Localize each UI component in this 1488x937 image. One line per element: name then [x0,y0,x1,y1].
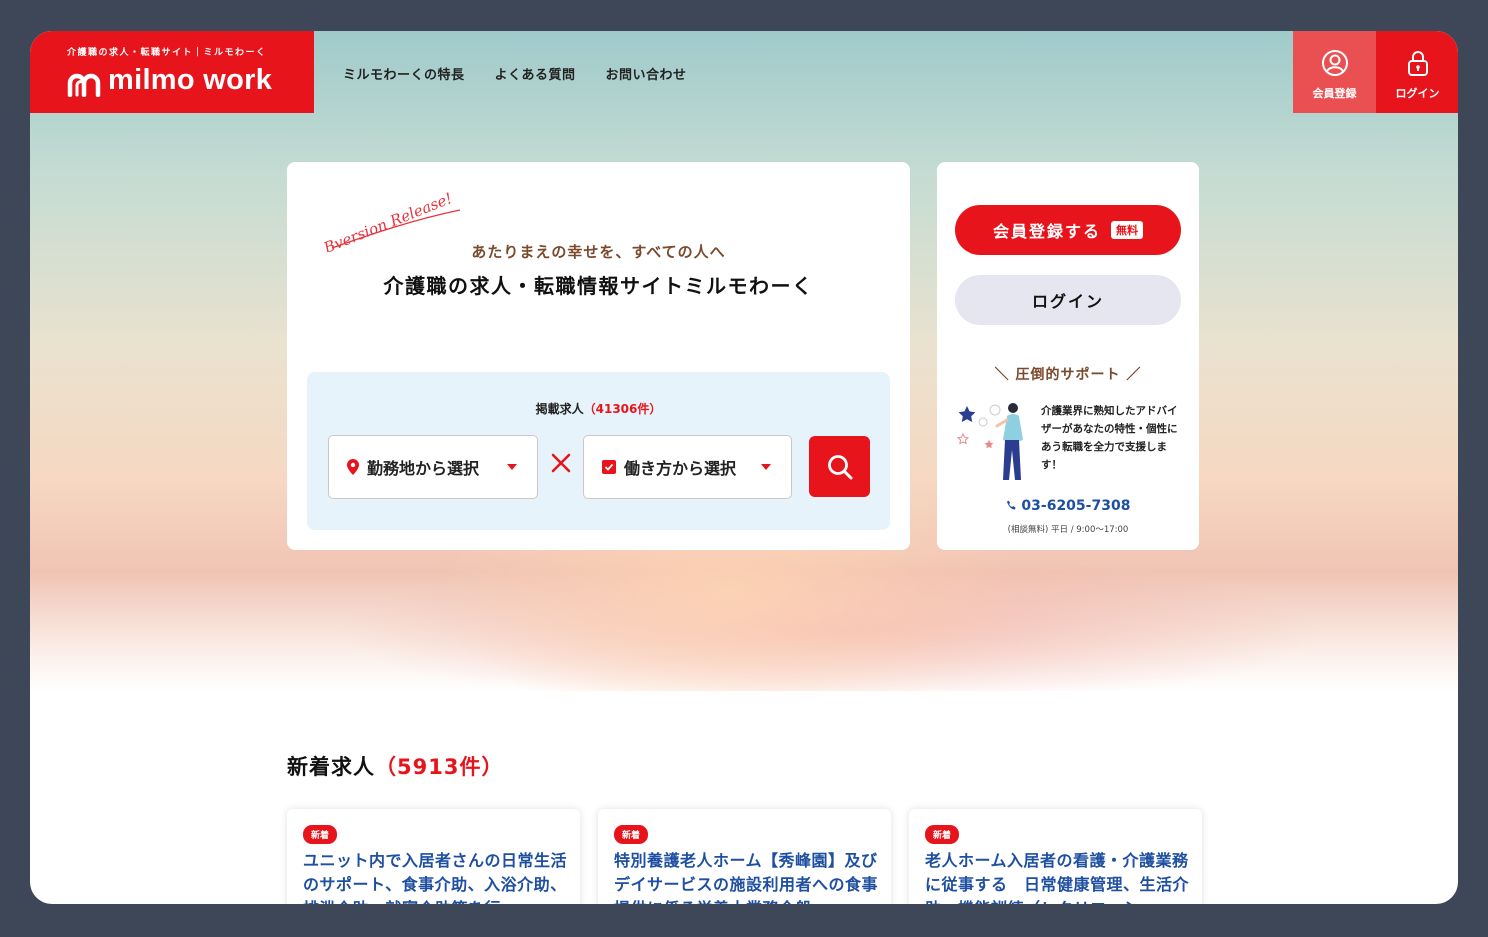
register-button[interactable]: 会員登録する 無料 [955,205,1181,255]
checkbox-icon [602,460,616,474]
advisor-illustration-icon [956,403,1023,480]
login-button[interactable]: ログイン [955,275,1181,325]
logo-tagline: 介護職の求人・転職サイト｜ミルモわーく [67,48,267,58]
header-register-label: 会員登録 [1312,87,1357,100]
member-side-card: 会員登録する 無料 ログイン ＼ 圧倒的サポート ／ 介護業界に熟知したアドバイ… [937,162,1199,550]
milmo-logo-icon [67,73,101,97]
chevron-down-icon [761,464,771,470]
job-title: 特別養護老人ホーム【秀峰園】及びデイサービスの施設利用者への食事提供に係る栄養士… [614,851,879,904]
site-header: 介護職の求人・転職サイト｜ミルモわーく milmo work ミルモわーくの特長… [30,31,1458,113]
work-style-select[interactable]: 働き方から選択 [583,435,792,499]
listing-label: 掲載求人 [535,402,584,416]
work-style-select-label: 働き方から選択 [624,459,737,478]
browser-viewport: 介護職の求人・転職サイト｜ミルモわーく milmo work ミルモわーくの特長… [30,31,1458,904]
listing-count-value: （41306件） [583,402,662,416]
new-jobs-title: 新着求人 [287,755,375,779]
chevron-down-icon [507,464,517,470]
phone-icon [1006,500,1016,510]
times-icon [551,453,571,473]
new-badge: 新着 [614,825,649,844]
support-title: ＼ 圧倒的サポート ／ [994,367,1142,383]
logo-text: milmo work [108,64,273,96]
new-badge: 新着 [303,825,338,844]
area-select[interactable]: 勤務地から選択 [328,435,538,499]
area-select-label: 勤務地から選択 [367,459,480,478]
nav-features[interactable]: ミルモわーくの特長 [343,64,465,83]
phone-number[interactable]: 03-6205-7308 [937,498,1199,514]
search-button[interactable] [809,436,870,497]
hero-search-card: Bversion Release! あたりまえの幸せを、すべての人へ 介護職の求… [287,162,910,550]
nav-contact[interactable]: お問い合わせ [606,64,687,83]
job-title: 老人ホーム入居者の看護・介護業務に従事する 日常健康管理、生活介助、機能訓練（レ… [925,851,1190,904]
location-pin-icon [347,459,359,475]
register-button-label: 会員登録する [992,222,1101,241]
hero-tagline: あたりまえの幸せを、すべての人へ [471,243,726,261]
header-register-button[interactable]: 会員登録 [1293,31,1376,113]
new-jobs-count: （5913件） [375,755,504,779]
job-title: ユニット内で入居者さんの日常生活のサポート、食事介助、入浴介助、排泄介助、就寝介… [303,851,568,904]
new-badge: 新着 [925,825,960,844]
header-login-label: ログイン [1395,87,1440,100]
job-card[interactable]: 新着 老人ホーム入居者の看護・介護業務に従事する 日常健康管理、生活介助、機能訓… [909,809,1202,904]
nav-faq[interactable]: よくある質問 [495,64,576,83]
site-logo[interactable]: 介護職の求人・転職サイト｜ミルモわーく milmo work [30,31,314,113]
listing-count: 掲載求人（41306件） [307,400,890,417]
page-title: 介護職の求人・転職情報サイトミルモわーく [383,274,814,298]
lock-icon [1407,51,1428,76]
phone-number-text: 03-6205-7308 [1021,498,1131,514]
job-card[interactable]: 新着 特別養護老人ホーム【秀峰園】及びデイサービスの施設利用者への食事提供に係る… [598,809,891,904]
support-hours: (相談無料) 平日 / 9:00〜17:00 [1007,525,1129,535]
job-search-panel: 掲載求人（41306件） 勤務地から選択 働き方から選択 [307,372,890,530]
search-icon [827,454,852,479]
free-badge: 無料 [1111,221,1143,239]
user-icon [1321,50,1348,76]
new-jobs-heading: 新着求人（5913件） [287,751,503,781]
header-login-button[interactable]: ログイン [1376,31,1458,113]
support-description: 介護業界に熟知したアドバイザーがあなたの特性・個性にあう転職を全力で支援します！ [1041,405,1178,471]
job-card[interactable]: 新着 ユニット内で入居者さんの日常生活のサポート、食事介助、入浴介助、排泄介助、… [287,809,580,904]
main-nav: ミルモわーくの特長 よくある質問 お問い合わせ [343,64,687,83]
